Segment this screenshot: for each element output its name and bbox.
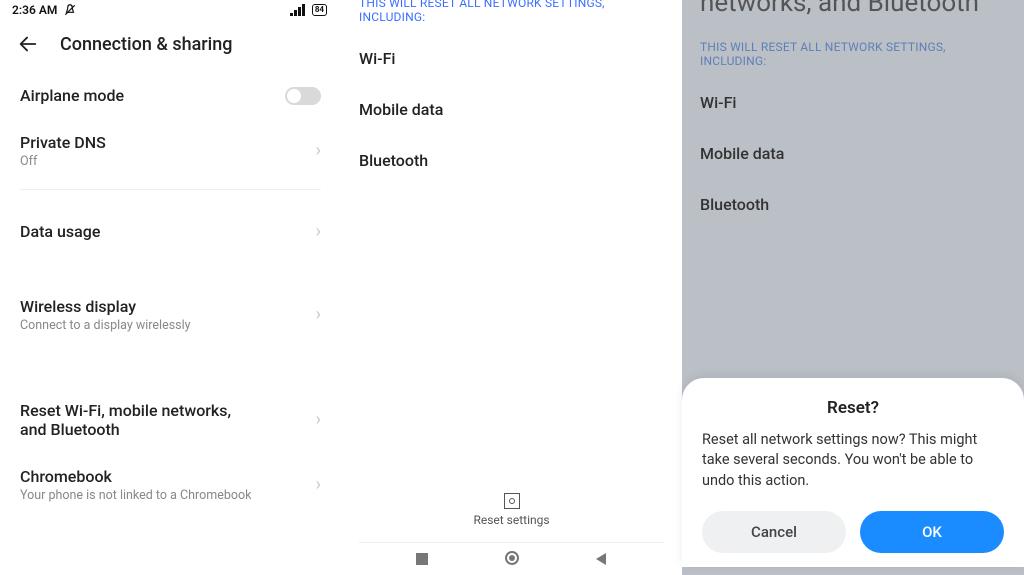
nav-bar	[341, 545, 682, 575]
section-header: THIS WILL RESET ALL NETWORK SETTINGS, IN…	[341, 0, 682, 29]
mute-icon	[63, 3, 77, 17]
chevron-right-icon: ›	[316, 142, 321, 160]
section-header: THIS WILL RESET ALL NETWORK SETTINGS, IN…	[682, 40, 1024, 73]
item-label: Private DNS	[20, 133, 106, 152]
item-data-usage[interactable]: Data usage ›	[20, 208, 321, 255]
nav-recents-button[interactable]	[415, 551, 429, 570]
status-bar: 2:36 AM 84	[0, 0, 341, 20]
network-list: Wi-Fi Mobile data Bluetooth	[341, 29, 682, 190]
item-sublabel: Connect to a display wirelessly	[20, 318, 191, 333]
reset-icon	[504, 493, 520, 509]
three-phone-layout: 2:36 AM 84 Connection & shari	[0, 0, 1024, 575]
item-label: Data usage	[20, 222, 100, 241]
dialog-buttons: Cancel OK	[702, 511, 1004, 553]
dialog-message: Reset all network settings now? This mig…	[702, 430, 1004, 491]
item-airplane-mode[interactable]: Airplane mode	[20, 72, 321, 119]
app-bar: Connection & sharing	[0, 20, 341, 72]
nav-back-button[interactable]	[594, 551, 608, 570]
battery-icon: 84	[312, 4, 327, 16]
item-label: Airplane mode	[20, 86, 124, 105]
item-reset-network[interactable]: Reset Wi-Fi, mobile networks, and Blueto…	[20, 387, 321, 453]
ok-label: OK	[922, 523, 942, 541]
confirm-dialog: Reset? Reset all network settings now? T…	[682, 378, 1024, 567]
item-label: Chromebook	[20, 467, 251, 486]
net-item-bt: Bluetooth	[700, 179, 1006, 230]
phone-1: 2:36 AM 84 Connection & shari	[0, 0, 341, 575]
reset-label: Reset settings	[473, 513, 549, 527]
cancel-button[interactable]: Cancel	[702, 511, 846, 553]
net-item-wifi: Wi-Fi	[700, 77, 1006, 128]
net-item-wifi: Wi-Fi	[359, 33, 664, 84]
chevron-right-icon: ›	[316, 223, 321, 241]
phone-2: THIS WILL RESET ALL NETWORK SETTINGS, IN…	[341, 0, 682, 575]
item-chromebook[interactable]: Chromebook Your phone is not linked to a…	[20, 453, 321, 517]
nav-home-button[interactable]	[504, 550, 520, 570]
signal-icon	[290, 4, 306, 16]
item-sublabel: Off	[20, 154, 106, 169]
divider	[359, 542, 664, 543]
item-sublabel: Your phone is not linked to a Chromebook	[20, 488, 251, 503]
battery-percent: 84	[315, 5, 324, 15]
reset-settings-button[interactable]: Reset settings	[341, 493, 682, 527]
settings-list: Airplane mode Private DNS Off › Data usa…	[0, 72, 341, 517]
item-label: Wireless display	[20, 297, 191, 316]
dialog-title: Reset?	[702, 398, 1004, 418]
airplane-toggle[interactable]	[285, 87, 321, 105]
net-item-bt: Bluetooth	[359, 135, 664, 186]
back-button[interactable]	[14, 30, 42, 58]
ok-button[interactable]: OK	[860, 511, 1004, 553]
item-label: Reset Wi-Fi, mobile networks, and Blueto…	[20, 401, 260, 439]
cancel-label: Cancel	[751, 523, 797, 541]
chevron-right-icon: ›	[316, 476, 321, 494]
net-item-mobile: Mobile data	[700, 128, 1006, 179]
divider	[20, 189, 321, 190]
phone-3: networks, and Bluetooth THIS WILL RESET …	[682, 0, 1024, 575]
chevron-right-icon: ›	[316, 306, 321, 324]
clock-text: 2:36 AM	[12, 3, 57, 17]
arrow-left-icon	[17, 33, 39, 55]
network-list: Wi-Fi Mobile data Bluetooth	[682, 73, 1024, 234]
chevron-right-icon: ›	[316, 411, 321, 429]
item-private-dns[interactable]: Private DNS Off ›	[20, 119, 321, 183]
page-title: Connection & sharing	[60, 34, 233, 55]
big-title-cut: networks, and Bluetooth	[682, 0, 1024, 18]
net-item-mobile: Mobile data	[359, 84, 664, 135]
item-wireless-display[interactable]: Wireless display Connect to a display wi…	[20, 283, 321, 347]
